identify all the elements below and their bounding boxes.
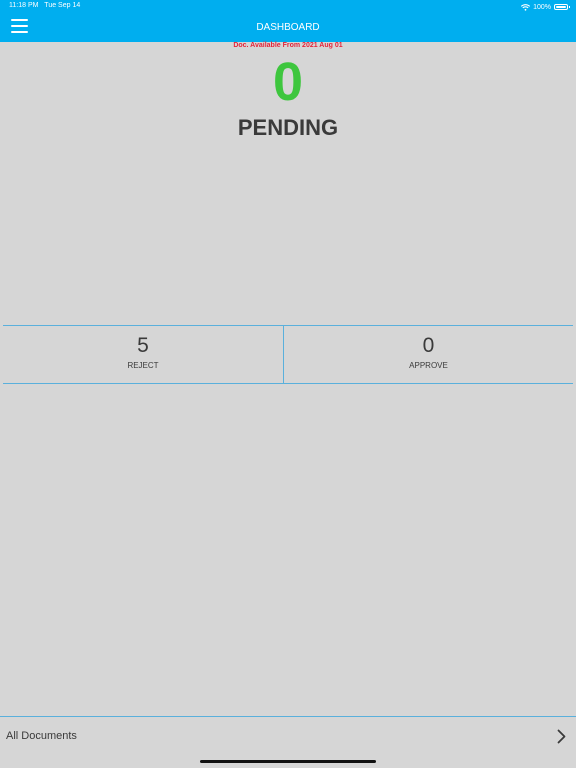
availability-note: Doc. Available From 2021 Aug 01 <box>233 42 343 49</box>
approve-stat[interactable]: 0 APPROVE <box>284 326 573 383</box>
wifi-icon <box>521 3 531 11</box>
status-clock: 11:18 PM <box>9 2 39 9</box>
battery-icon <box>554 4 570 10</box>
chevron-right-icon <box>557 729 566 744</box>
pending-label: PENDING <box>237 115 339 140</box>
all-documents-label: All Documents <box>6 730 77 742</box>
navigation-bar: 11:18 PM Tue Sep 14 100% DASHBOARD <box>0 0 576 42</box>
status-indicators: 100% <box>521 2 570 12</box>
page-title: DASHBOARD <box>256 22 320 33</box>
reject-stat[interactable]: 5 REJECT <box>3 326 284 383</box>
approve-label: APPROVE <box>409 361 448 370</box>
pending-count: 0 <box>272 52 304 112</box>
home-indicator <box>200 760 376 763</box>
all-documents-row[interactable]: All Documents <box>0 716 576 757</box>
battery-percentage: 100% <box>533 3 551 11</box>
approve-count: 0 <box>422 334 435 357</box>
status-time: 11:18 PM Tue Sep 14 <box>9 2 80 9</box>
reject-label: REJECT <box>127 361 159 370</box>
stats-row: 5 REJECT 0 APPROVE <box>3 325 573 384</box>
reject-count: 5 <box>137 334 149 357</box>
status-date: Tue Sep 14 <box>44 2 81 9</box>
